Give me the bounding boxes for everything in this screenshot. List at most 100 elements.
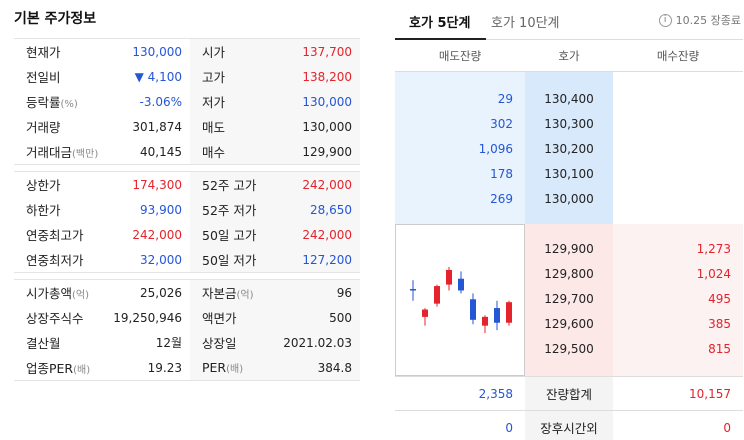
- info-label-text: 거래량: [26, 120, 61, 135]
- info-value: 129,900: [302, 144, 352, 159]
- candle-down: [470, 299, 476, 320]
- info-row: 전일비 ▼ 4,100: [14, 64, 190, 89]
- info-label-text: 현재가: [26, 45, 61, 60]
- info-column-right: 자본금(억) 96 액면가 500 상장일 2021.02.03 PER(배) 384.8: [190, 280, 360, 380]
- info-label: 연중최저가: [26, 250, 84, 269]
- info-value: 130,000: [302, 119, 352, 134]
- info-label-unit: (억): [72, 290, 90, 301]
- candle-up: [422, 309, 428, 317]
- ask-qty: 178: [490, 166, 513, 181]
- info-value: 25,026: [140, 285, 182, 300]
- ask-price: 130,000: [544, 191, 594, 206]
- info-column-left: 상한가 174,300 하한가 93,900 연중최고가 242,000 연중최저가 32,0…: [14, 172, 190, 272]
- ask-price: 130,200: [544, 141, 594, 156]
- bid-qty: 495: [708, 291, 731, 306]
- info-value: -3.06%: [139, 94, 182, 109]
- bid-qty: 385: [708, 316, 731, 331]
- candle-up: [482, 316, 488, 326]
- info-label-text: 매도: [202, 120, 226, 135]
- info-label-unit: (억): [236, 290, 254, 301]
- info-label: 현재가: [26, 42, 61, 61]
- info-row: 50일 고가 242,000: [190, 222, 360, 247]
- info-label-text: 결산월: [26, 336, 61, 351]
- info-row: 매수 129,900: [190, 139, 360, 164]
- header-bid-qty: 매수잔량: [656, 48, 700, 63]
- info-label-text: 연중최고가: [26, 228, 84, 243]
- info-label-text: 액면가: [202, 311, 237, 326]
- info-label: 50일 고가: [202, 225, 256, 244]
- info-row: 등락률(%) -3.06%: [14, 89, 190, 114]
- info-icon[interactable]: i: [658, 13, 672, 27]
- info-label-text: 50일 저가: [202, 253, 257, 268]
- ask-price-column: 130,400 130,300 130,200 130,100 130,000: [525, 72, 613, 224]
- info-label-text: 52주 고가: [202, 178, 257, 193]
- info-value: 127,200: [302, 252, 352, 267]
- info-column-right: 52주 고가 242,000 52주 저가 28,650 50일 고가 242,000 50…: [190, 172, 360, 272]
- after-hours-bid-qty: 0: [723, 420, 731, 435]
- after-hours-row: 0 장후시간외 0: [395, 410, 743, 440]
- info-row: 거래대금(백만) 40,145: [14, 139, 190, 164]
- info-label-text: 자본금: [202, 286, 237, 301]
- info-row: 상장주식수 19,250,946: [14, 305, 190, 330]
- info-label: 상장일: [202, 333, 237, 352]
- tab-orderbook-10[interactable]: 호가 10단계: [491, 12, 560, 31]
- candle-down: [494, 308, 500, 323]
- info-label: 고가: [202, 67, 225, 86]
- info-value: 242,000: [132, 227, 182, 242]
- bid-price: 129,800: [544, 266, 594, 281]
- info-value: 137,700: [302, 44, 352, 59]
- info-label: 상한가: [26, 175, 61, 194]
- info-row: 액면가 500: [190, 305, 360, 330]
- info-row: 거래량 301,874: [14, 114, 190, 139]
- tab-orderbook-5[interactable]: 호가 5단계: [409, 12, 470, 31]
- info-label: 전일비: [26, 67, 61, 86]
- after-hours-ask-qty: 0: [505, 420, 513, 435]
- info-label-unit: (배): [226, 364, 244, 375]
- info-column-left: 시가총액(억) 25,026 상장주식수 19,250,946 결산월 12월 업종PER(…: [14, 280, 190, 380]
- info-row: 하한가 93,900: [14, 197, 190, 222]
- info-label-text: 전일비: [26, 70, 61, 85]
- info-value: 19.23: [147, 360, 182, 375]
- orderbook-tabs: 호가 5단계 호가 10단계 i 10.25 장종료: [395, 0, 743, 40]
- bid-price: 129,500: [544, 341, 594, 356]
- info-label-text: 52주 저가: [202, 203, 257, 218]
- candle-chart-svg: [410, 267, 512, 333]
- info-value: 12월: [155, 336, 182, 350]
- info-label-text: 매수: [202, 145, 226, 160]
- ask-qty-column: 29 302 1,096 178 269: [395, 72, 525, 224]
- info-value: 32,000: [140, 252, 182, 267]
- info-value: 174,300: [132, 177, 182, 192]
- info-value: 384.8: [317, 360, 352, 375]
- ask-qty: 269: [490, 191, 513, 206]
- info-label-text: 거래대금: [26, 145, 73, 160]
- info-section: 현재가 130,000 전일비 ▼ 4,100 등락률(%) -3.06% 거래량 301,8…: [14, 38, 360, 165]
- ask-price: 130,100: [544, 166, 594, 181]
- info-value: 500: [329, 310, 352, 325]
- info-label-text: 연중최저가: [26, 253, 84, 268]
- info-row: 고가 138,200: [190, 64, 360, 89]
- bid-qty-column: 1,273 1,024 495 385 815: [613, 224, 743, 376]
- info-value: 93,900: [140, 202, 182, 217]
- total-label: 잔량합계: [525, 377, 613, 410]
- info-label: 상장주식수: [26, 308, 84, 327]
- info-label: 매수: [202, 142, 225, 161]
- info-row: 시가 137,700: [190, 39, 360, 64]
- bid-qty: 1,273: [696, 241, 731, 256]
- total-ask-qty: 2,358: [478, 386, 513, 401]
- info-row: 상장일 2021.02.03: [190, 330, 360, 355]
- info-label: 하한가: [26, 200, 61, 219]
- header-ask-qty: 매도잔량: [438, 48, 482, 63]
- bid-price: 129,600: [544, 316, 594, 331]
- info-label: 저가: [202, 92, 225, 111]
- info-label-text: 시가총액: [26, 286, 73, 301]
- bid-price: 129,700: [544, 291, 594, 306]
- info-label-text: PER: [202, 360, 227, 375]
- info-row: PER(배) 384.8: [190, 355, 360, 380]
- info-label: 매도: [202, 117, 225, 136]
- info-row: 저가 130,000: [190, 89, 360, 114]
- info-label-text: 저가: [202, 95, 226, 110]
- bid-price: 129,900: [544, 241, 594, 256]
- info-row: 현재가 130,000: [14, 39, 190, 64]
- bid-block: 129,900 129,800 129,700 129,600 129,500 1,27…: [395, 224, 743, 376]
- info-label: 결산월: [26, 333, 61, 352]
